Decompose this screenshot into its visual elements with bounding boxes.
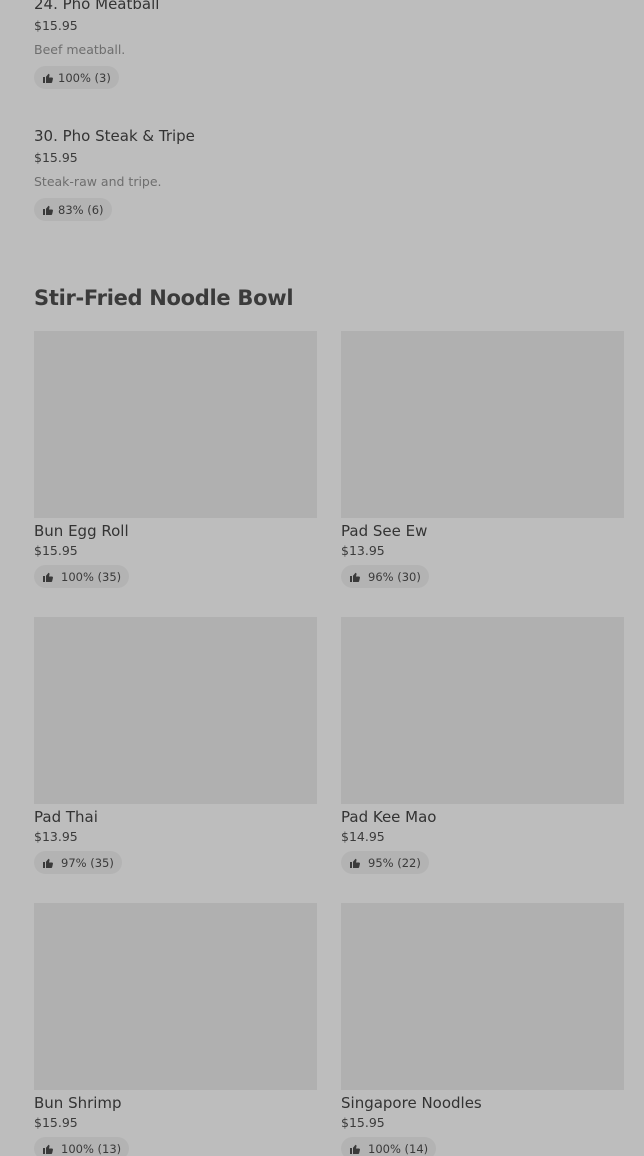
item-price: $13.95 (341, 543, 385, 558)
rating-text: 97% (35) (61, 855, 114, 870)
item-price: $15.95 (34, 543, 78, 558)
list-item[interactable]: 24. Pho Meatball $15.95 Beef meatball. 1… (34, 0, 594, 89)
rating-badge: 97% (35) (34, 851, 122, 874)
item-name: Singapore Noodles (341, 1094, 482, 1112)
item-description: Steak-raw and tripe. (34, 174, 162, 189)
rating-badge: 100% (14) (341, 1137, 437, 1156)
item-name: Pad See Ew (341, 522, 428, 540)
thumbs-up-icon (42, 857, 54, 869)
rating-badge: 100% (13) (34, 1137, 130, 1156)
rating-text: 100% (13) (61, 1141, 122, 1156)
item-name: Bun Shrimp (34, 1094, 122, 1112)
menu-card-singapore-noodles[interactable]: Singapore Noodles $15.95 100% (14) (341, 903, 624, 1156)
item-price: $14.95 (341, 829, 385, 844)
item-price: $15.95 (34, 1115, 78, 1130)
menu-card-pad-see-ew[interactable]: Pad See Ew $13.95 96% (30) (341, 331, 624, 588)
rating-text: 100% (14) (368, 1141, 429, 1156)
item-name: Pad Kee Mao (341, 808, 437, 826)
item-name: 24. Pho Meatball (34, 0, 160, 13)
rating-badge: 100% (3) (34, 66, 119, 89)
section-title: Stir-Fried Noodle Bowl (34, 286, 294, 310)
menu-page: 24. Pho Meatball $15.95 Beef meatball. 1… (0, 0, 644, 1156)
item-image[interactable] (341, 617, 624, 804)
thumbs-up-icon (42, 204, 54, 216)
thumbs-up-icon (42, 72, 54, 84)
item-name: Pad Thai (34, 808, 98, 826)
thumbs-up-icon (42, 571, 54, 583)
menu-card-pad-kee-mao[interactable]: Pad Kee Mao $14.95 95% (22) (341, 617, 624, 874)
item-image[interactable] (341, 331, 624, 518)
item-price: $15.95 (34, 150, 78, 165)
item-name: 30. Pho Steak & Tripe (34, 127, 195, 145)
rating-badge: 83% (6) (34, 198, 112, 221)
rating-badge: 100% (35) (34, 565, 130, 588)
rating-text: 96% (30) (368, 569, 421, 584)
rating-text: 100% (35) (61, 569, 122, 584)
rating-text: 95% (22) (368, 855, 421, 870)
rating-text: 83% (6) (58, 202, 104, 217)
item-image[interactable] (34, 903, 317, 1090)
thumbs-up-icon (42, 1143, 54, 1155)
item-price: $15.95 (34, 18, 78, 33)
menu-card-pad-thai[interactable]: Pad Thai $13.95 97% (35) (34, 617, 317, 874)
item-name: Bun Egg Roll (34, 522, 129, 540)
thumbs-up-icon (349, 857, 361, 869)
rating-badge: 95% (22) (341, 851, 429, 874)
menu-card-bun-egg-roll[interactable]: Bun Egg Roll $15.95 100% (35) (34, 331, 317, 588)
rating-badge: 96% (30) (341, 565, 429, 588)
item-image[interactable] (34, 331, 317, 518)
item-price: $15.95 (341, 1115, 385, 1130)
item-image[interactable] (341, 903, 624, 1090)
rating-text: 100% (3) (58, 70, 111, 85)
thumbs-up-icon (349, 1143, 361, 1155)
item-price: $13.95 (34, 829, 78, 844)
menu-card-bun-shrimp[interactable]: Bun Shrimp $15.95 100% (13) (34, 903, 317, 1156)
thumbs-up-icon (349, 571, 361, 583)
item-description: Beef meatball. (34, 42, 126, 57)
list-item[interactable]: 30. Pho Steak & Tripe $15.95 Steak-raw a… (34, 126, 594, 221)
item-image[interactable] (34, 617, 317, 804)
